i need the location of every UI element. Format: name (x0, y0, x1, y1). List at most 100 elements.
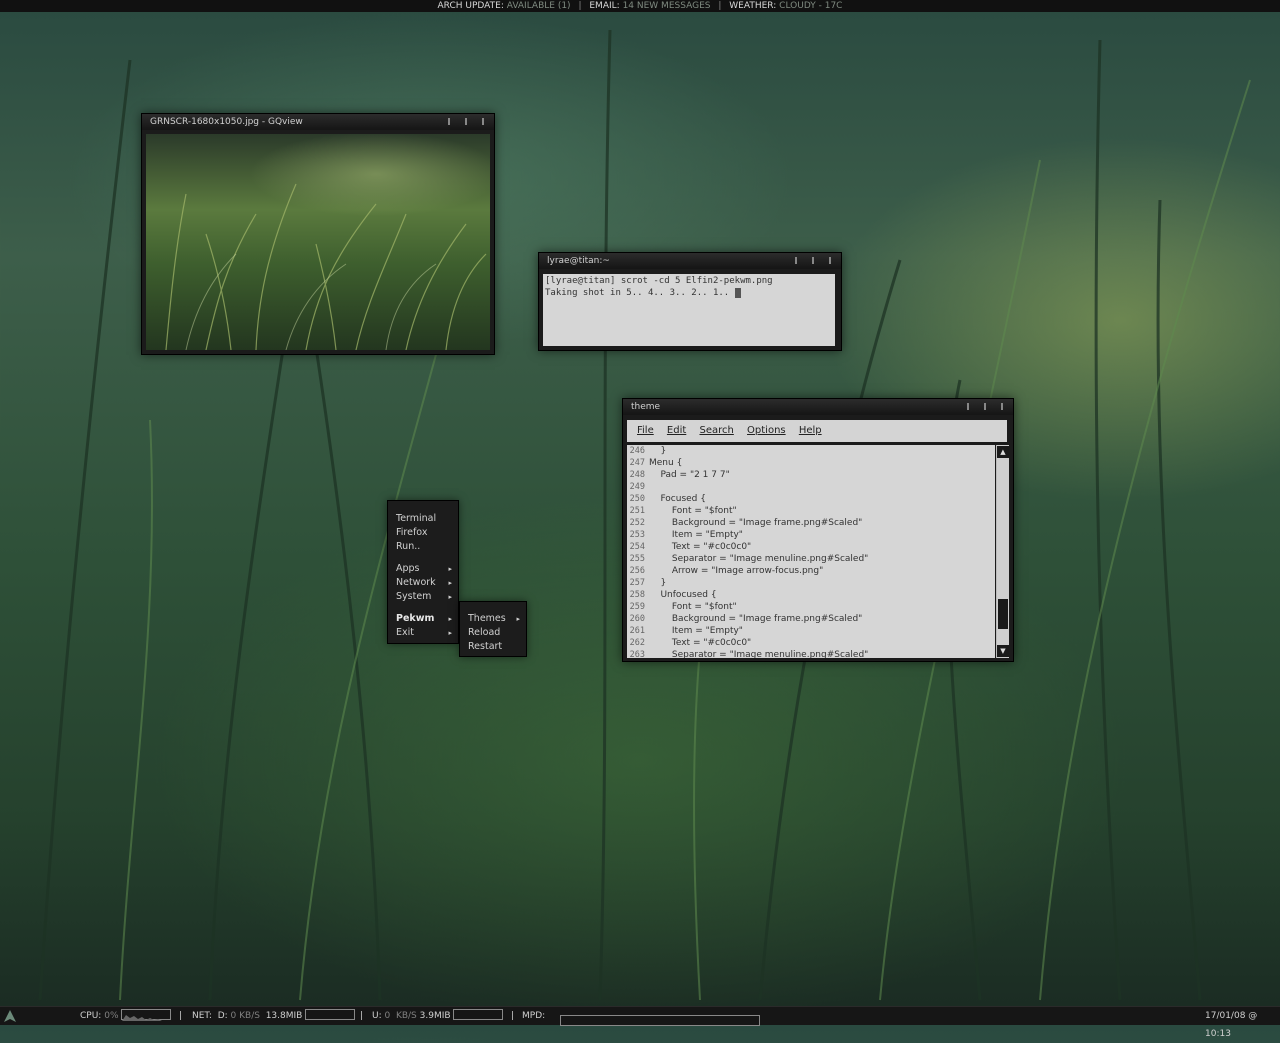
bottom-status-bar: CPU: 0% | NET: D: 0 KB/S 13.8MIB | U: 0 … (0, 1006, 1280, 1039)
maximize-button[interactable] (984, 403, 987, 410)
arch-logo-icon[interactable] (3, 1009, 17, 1030)
weather-value: CLOUDY - 17C (779, 1, 843, 11)
code-line: 262 Text = "#c0c0c0" (627, 637, 995, 649)
submenu-arrow-icon: ▸ (448, 615, 452, 623)
download-graph (305, 1009, 356, 1020)
cpu-graph (121, 1009, 172, 1021)
download-total: 13.8MIB (265, 1011, 303, 1021)
menu-help[interactable]: Help (799, 425, 822, 436)
gqview-window[interactable]: GRNSCR-1680x1050.jpg - GQview (141, 113, 495, 355)
menu-item-restart[interactable]: Restart (468, 640, 502, 654)
menu-item-reload[interactable]: Reload (468, 626, 500, 640)
line-number: 262 (629, 638, 645, 648)
code-line: 247 Menu { (627, 457, 995, 469)
window-title: GRNSCR-1680x1050.jpg - GQview (150, 117, 303, 127)
editor-titlebar[interactable]: theme (623, 399, 1013, 415)
maximize-button[interactable] (465, 118, 468, 125)
line-number: 259 (629, 602, 645, 612)
arch-update-label: ARCH UPDATE: (437, 1, 504, 11)
line-number: 248 (629, 470, 645, 480)
line-text: Pad = "2 1 7 7" (649, 470, 730, 480)
pekwm-submenu: Themes ▸ Reload Restart (459, 601, 527, 657)
editor-menubar: File Edit Search Options Help (627, 420, 1007, 442)
menu-item-network[interactable]: Network (396, 576, 436, 590)
menu-item-terminal[interactable]: Terminal (396, 512, 436, 526)
submenu-arrow-icon: ▸ (448, 565, 452, 573)
menu-item-apps[interactable]: Apps (396, 562, 420, 576)
menu-item-pekwm[interactable]: Pekwm (396, 612, 434, 626)
line-number: 255 (629, 554, 645, 564)
line-text: Font = "$font" (649, 602, 737, 612)
terminal-output[interactable]: [lyrae@titan] scrot -cd 5 Elfin2-pekwm.p… (543, 274, 835, 346)
menu-item-themes[interactable]: Themes (468, 612, 506, 626)
cpu-label: CPU: (80, 1011, 102, 1021)
line-text: Text = "#c0c0c0" (649, 638, 752, 648)
image-grass-preview (165, 183, 487, 350)
code-line: 260 Background = "Image frame.png#Scaled… (627, 613, 995, 625)
editor-window[interactable]: theme File Edit Search Options Help 246 … (622, 398, 1014, 662)
iconify-button[interactable] (448, 118, 451, 125)
window-title: theme (631, 402, 661, 412)
image-preview[interactable] (146, 134, 490, 350)
maximize-button[interactable] (812, 257, 815, 264)
line-number: 257 (629, 578, 645, 588)
terminal-titlebar[interactable]: lyrae@titan:~ (539, 253, 841, 269)
menu-file[interactable]: File (637, 425, 654, 436)
line-number: 258 (629, 590, 645, 600)
upload-graph (453, 1009, 504, 1020)
line-text: Font = "$font" (649, 506, 737, 516)
code-line: 254 Text = "#c0c0c0" (627, 541, 995, 553)
menu-options[interactable]: Options (747, 425, 786, 436)
root-menu: Terminal Firefox Run.. Apps ▸ Network ▸ … (387, 500, 459, 644)
mpd-progress-bar[interactable] (560, 1015, 760, 1026)
code-line: 249 (627, 481, 995, 493)
scroll-down-arrow-icon[interactable]: ▼ (997, 645, 1009, 657)
code-line: 248 Pad = "2 1 7 7" (627, 469, 995, 481)
upload-rate: 0 KB/S (384, 1011, 417, 1021)
code-area[interactable]: 246 } 247 Menu { 248 Pad = "2 1 7 7" 249 … (627, 445, 995, 658)
iconify-button[interactable] (795, 257, 798, 264)
menu-item-system[interactable]: System (396, 590, 431, 604)
close-button[interactable] (1001, 403, 1003, 410)
line-text: Text = "#c0c0c0" (649, 542, 752, 552)
code-line: 256 Arrow = "Image arrow-focus.png" (627, 565, 995, 577)
code-line: 258 Unfocused { (627, 589, 995, 601)
gqview-titlebar[interactable]: GRNSCR-1680x1050.jpg - GQview (142, 114, 494, 130)
menu-item-exit[interactable]: Exit (396, 626, 414, 640)
terminal-window[interactable]: lyrae@titan:~ [lyrae@titan] scrot -cd 5 … (538, 252, 842, 351)
separator: | (360, 1011, 364, 1021)
menu-search[interactable]: Search (699, 425, 733, 436)
email-label: EMAIL: (589, 1, 620, 11)
separator: | (578, 1, 582, 11)
line-number: 253 (629, 530, 645, 540)
submenu-arrow-icon: ▸ (516, 615, 520, 623)
line-number: 254 (629, 542, 645, 552)
line-text: Background = "Image frame.png#Scaled" (649, 614, 863, 624)
vertical-scrollbar[interactable]: ▲ ▼ (996, 445, 1009, 658)
email-value: 14 NEW MESSAGES (622, 1, 711, 11)
iconify-button[interactable] (967, 403, 970, 410)
separator: | (511, 1011, 515, 1021)
datetime: 17/01/08 @ 10:13 (1205, 1011, 1258, 1039)
net-label: NET: (192, 1011, 212, 1021)
arch-update-value: AVAILABLE (1) (506, 1, 571, 11)
terminal-line: [lyrae@titan] scrot -cd 5 Elfin2-pekwm.p… (545, 276, 773, 286)
terminal-line: Taking shot in 5.. 4.. 3.. 2.. 1.. (545, 288, 735, 298)
close-button[interactable] (829, 257, 831, 264)
menu-edit[interactable]: Edit (667, 425, 686, 436)
line-text: Unfocused { (649, 590, 717, 600)
code-line: 250 Focused { (627, 493, 995, 505)
line-text: Arrow = "Image arrow-focus.png" (649, 566, 824, 576)
scrollbar-thumb[interactable] (998, 599, 1008, 629)
menu-item-run[interactable]: Run.. (396, 540, 420, 554)
scroll-up-arrow-icon[interactable]: ▲ (997, 446, 1009, 458)
line-text: Separator = "Image menuline.png#Scaled" (649, 650, 869, 658)
mpd-label: MPD: (522, 1011, 546, 1021)
line-number: 256 (629, 566, 645, 576)
close-button[interactable] (482, 118, 484, 125)
line-number: 263 (629, 650, 645, 658)
menu-item-firefox[interactable]: Firefox (396, 526, 427, 540)
upload-total: 3.9MIB (419, 1011, 451, 1021)
separator: | (718, 1, 722, 11)
code-line: 261 Item = "Empty" (627, 625, 995, 637)
